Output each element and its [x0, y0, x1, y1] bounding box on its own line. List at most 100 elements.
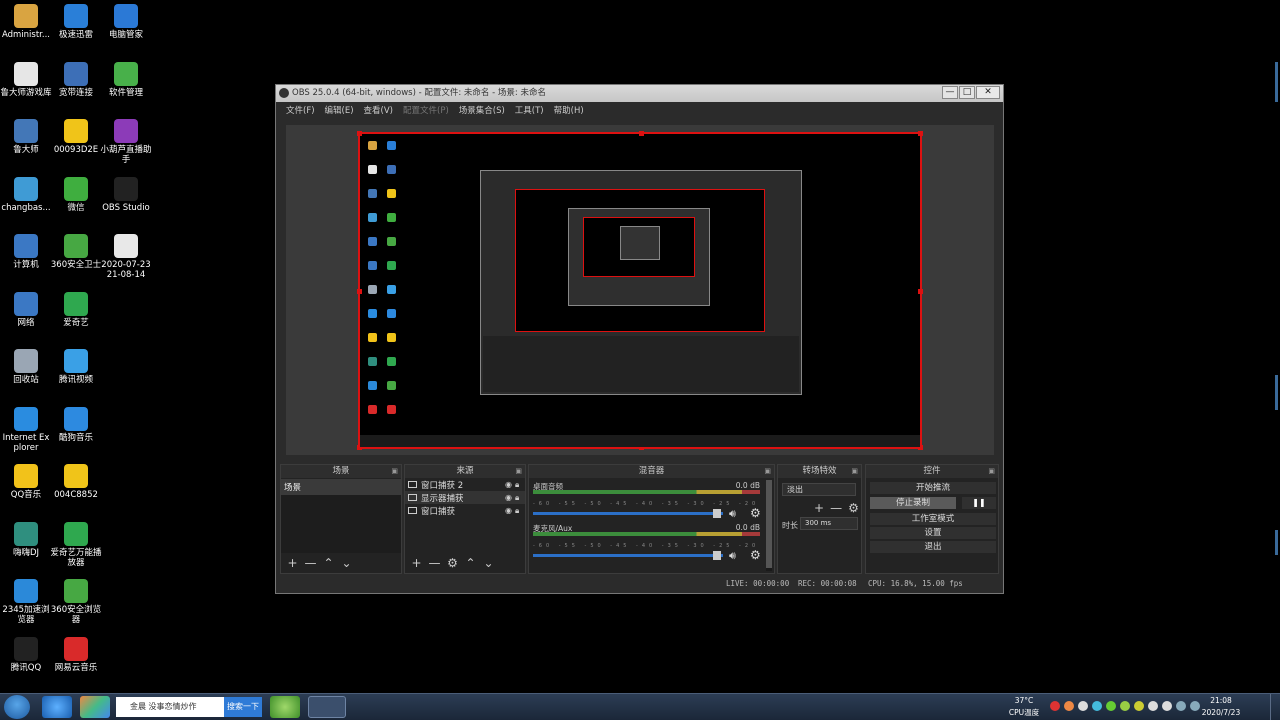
mixer-scrollbar[interactable]	[766, 480, 772, 571]
speaker-icon[interactable]: 🔊︎	[729, 507, 736, 521]
move-up-icon[interactable]: ⌃	[464, 556, 477, 570]
desktop-icon[interactable]: 嗨嗨DJ	[0, 521, 52, 558]
eye-icon[interactable]: ◉	[505, 480, 515, 489]
desktop-icon[interactable]: 电脑管家	[100, 4, 152, 40]
menu-help[interactable]: 帮助(H)	[551, 102, 587, 121]
desktop-icon[interactable]: 腾讯QQ	[0, 636, 52, 673]
move-down-icon[interactable]: ⌄	[340, 556, 353, 570]
duration-spinbox[interactable]: 300 ms	[800, 517, 858, 530]
minimize-button[interactable]: —	[942, 86, 958, 99]
lock-icon[interactable]: 🔒︎	[515, 493, 525, 503]
menu-file[interactable]: 文件(F)	[283, 102, 318, 121]
desktop-icon[interactable]: 鲁大师	[0, 119, 52, 155]
desktop-icon[interactable]: changbas...	[0, 176, 52, 213]
obs-titlebar[interactable]: OBS 25.0.4 (64-bit, windows) - 配置文件: 未命名…	[276, 85, 1003, 102]
volume-slider[interactable]	[533, 554, 723, 557]
close-button[interactable]: ✕	[976, 86, 1000, 99]
menu-tools[interactable]: 工具(T)	[512, 102, 547, 121]
undock-icon[interactable]: ▣	[391, 465, 398, 478]
add-source-icon[interactable]: +	[410, 556, 423, 570]
stop-recording-button[interactable]: 停止录制	[870, 497, 956, 509]
menu-scene-collection[interactable]: 场景集合(S)	[456, 102, 508, 121]
desktop-icon[interactable]: 360安全浏览器	[50, 579, 102, 625]
remove-source-icon[interactable]: —	[428, 556, 441, 570]
desktop-icon[interactable]: 爱奇艺	[50, 291, 102, 328]
resize-handle[interactable]	[918, 289, 923, 294]
move-down-icon[interactable]: ⌄	[482, 556, 495, 570]
tray-icon[interactable]	[1078, 701, 1088, 711]
desktop-icon[interactable]: 小葫芦直播助手	[100, 119, 152, 165]
desktop-icon[interactable]: 腾讯视频	[50, 349, 102, 385]
network-icon[interactable]	[1148, 701, 1158, 711]
desktop-icon[interactable]: 360安全卫士	[50, 234, 102, 270]
desktop-icon[interactable]: Internet Explorer	[0, 406, 52, 453]
desktop-icon[interactable]: QQ音乐	[0, 464, 52, 500]
tray-icon[interactable]	[1050, 701, 1060, 711]
desktop-icon[interactable]: 网易云音乐	[50, 636, 102, 673]
desktop-icon[interactable]: 计算机	[0, 234, 52, 270]
volume-slider[interactable]	[533, 512, 723, 515]
menu-profile[interactable]: 配置文件(P)	[400, 102, 452, 121]
preview-canvas[interactable]	[357, 131, 923, 450]
source-row[interactable]: 窗口捕获 ◉ 🔒︎	[405, 504, 525, 517]
show-desktop-button[interactable]	[1270, 694, 1280, 720]
maximize-button[interactable]: □	[959, 86, 975, 99]
tray-icon[interactable]	[1106, 701, 1116, 711]
studio-mode-button[interactable]: 工作室模式	[870, 513, 996, 525]
resize-handle[interactable]	[639, 131, 644, 136]
desktop-icon[interactable]: 软件管理	[100, 61, 152, 98]
lock-icon[interactable]: 🔒︎	[515, 480, 525, 490]
menu-view[interactable]: 查看(V)	[361, 102, 396, 121]
tray-icon[interactable]	[1134, 701, 1144, 711]
desktop-icon[interactable]: 00093D2E	[50, 119, 102, 155]
undock-icon[interactable]: ▣	[851, 465, 858, 478]
pause-recording-button[interactable]: ❚❚	[962, 497, 996, 509]
desktop-icon[interactable]: 网络	[0, 291, 52, 328]
desktop-icon[interactable]: 鲁大师游戏库	[0, 61, 52, 98]
undock-icon[interactable]: ▣	[764, 465, 771, 478]
start-button[interactable]	[4, 695, 30, 719]
source-row[interactable]: 窗口捕获 2 ◉ 🔒︎	[405, 478, 525, 491]
desktop-icon[interactable]: 回收站	[0, 349, 52, 385]
resize-handle[interactable]	[357, 131, 362, 136]
gear-icon[interactable]: ⚙	[750, 506, 761, 520]
resize-handle[interactable]	[357, 289, 362, 294]
obs-window[interactable]: OBS 25.0.4 (64-bit, windows) - 配置文件: 未命名…	[275, 84, 1004, 594]
speaker-icon[interactable]: 🔊︎	[729, 549, 736, 563]
desktop-icon[interactable]: 004C8852	[50, 464, 102, 500]
tray-icon[interactable]	[1120, 701, 1130, 711]
eye-icon[interactable]: ◉	[505, 506, 515, 515]
menu-edit[interactable]: 编辑(E)	[322, 102, 357, 121]
ie-taskbar-icon[interactable]	[42, 696, 72, 718]
settings-button[interactable]: 设置	[870, 527, 996, 539]
exit-button[interactable]: 退出	[870, 541, 996, 553]
desktop-icon[interactable]: OBS Studio	[100, 176, 152, 213]
remove-transition-icon[interactable]: —	[830, 501, 842, 515]
add-scene-icon[interactable]: +	[286, 556, 299, 570]
scene-item[interactable]: 场景	[281, 479, 401, 495]
obs-taskbar-icon[interactable]	[308, 696, 346, 718]
tray-icon[interactable]	[1092, 701, 1102, 711]
resize-handle[interactable]	[918, 131, 923, 136]
desktop-icon[interactable]: 2020-07-23 21-08-14	[100, 234, 152, 280]
desktop-icon[interactable]: 宽带连接	[50, 61, 102, 98]
desktop-icon[interactable]: 极速迅雷	[50, 4, 102, 40]
tray-icon[interactable]	[1064, 701, 1074, 711]
desktop-icon[interactable]: 2345加速浏览器	[0, 579, 52, 625]
undock-icon[interactable]: ▣	[988, 465, 995, 478]
desktop-icon[interactable]: 爱奇艺万能播放器	[50, 521, 102, 568]
search-input[interactable]: 金晨 没事恋情炒作	[116, 697, 224, 717]
clock[interactable]: 21:08 2020/7/23	[1196, 694, 1246, 719]
remove-scene-icon[interactable]: —	[304, 556, 317, 570]
desktop-icon[interactable]: 酷狗音乐	[50, 406, 102, 443]
move-up-icon[interactable]: ⌃	[322, 556, 335, 570]
desktop-icon[interactable]: 微信	[50, 176, 102, 213]
volume-slider-handle[interactable]	[713, 509, 721, 518]
source-row[interactable]: 显示器捕获 ◉ 🔒︎	[405, 491, 525, 504]
start-streaming-button[interactable]: 开始推流	[870, 482, 996, 494]
eye-icon[interactable]: ◉	[505, 493, 515, 502]
undock-icon[interactable]: ▣	[515, 465, 522, 478]
volume-slider-handle[interactable]	[713, 551, 721, 560]
transition-select[interactable]: 淡出	[782, 483, 856, 496]
add-transition-icon[interactable]: +	[814, 501, 824, 515]
